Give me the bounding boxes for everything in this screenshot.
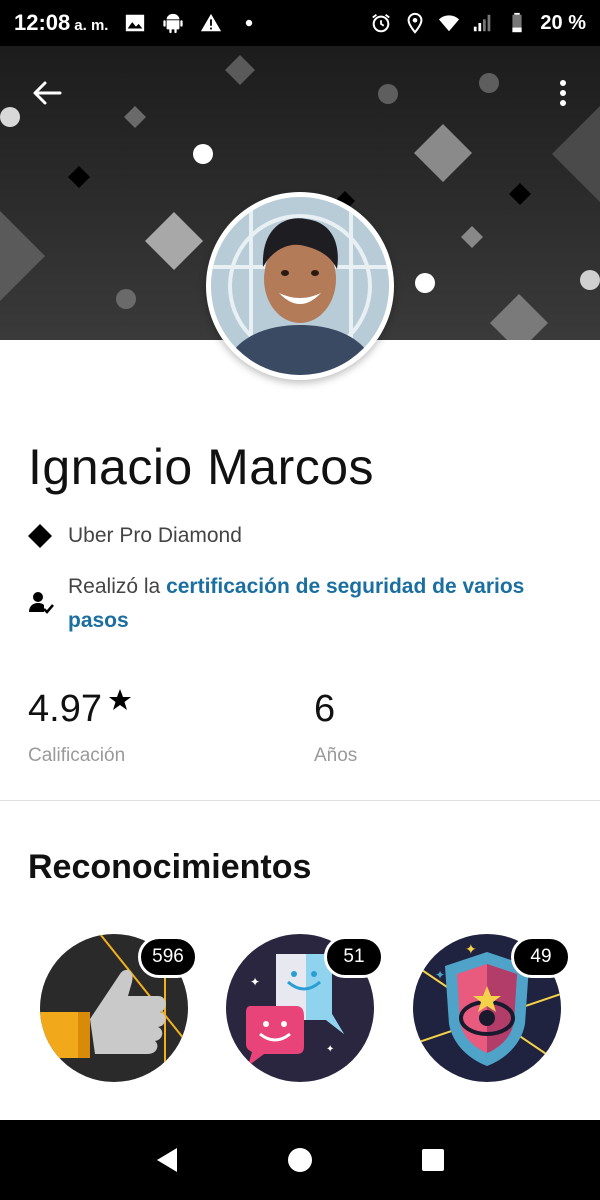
- years-label: Años: [314, 745, 358, 766]
- star-icon: [108, 689, 131, 710]
- android-icon: [163, 13, 184, 34]
- location-icon: [407, 12, 423, 34]
- wifi-icon: [439, 15, 460, 32]
- back-nav-button[interactable]: [147, 1140, 187, 1180]
- svg-text:✦: ✦: [435, 968, 445, 982]
- certification-text: Realizó la certificación de seguridad de…: [68, 570, 588, 638]
- arrow-left-icon[interactable]: [30, 76, 64, 110]
- dot-icon: [246, 19, 253, 27]
- battery-icon: [512, 12, 522, 33]
- badge-count: 596: [138, 936, 198, 978]
- certification-prefix: Realizó la: [68, 575, 167, 598]
- square-recents-icon: [422, 1149, 445, 1171]
- svg-text:✦: ✦: [326, 1044, 334, 1055]
- conversation-badge[interactable]: ✦ ✦ 51: [226, 934, 384, 1082]
- warning-icon: [201, 13, 222, 32]
- rating-label: Calificación: [28, 745, 126, 766]
- years-value: 6: [314, 688, 336, 730]
- divider: [0, 800, 600, 801]
- thumbs-up-badge[interactable]: 596: [40, 934, 198, 1082]
- profile-name: Ignacio Marcos: [28, 439, 375, 495]
- circle-home-icon: [287, 1148, 312, 1172]
- tier-label: Uber Pro Diamond: [68, 524, 242, 547]
- triangle-back-icon: [156, 1148, 177, 1172]
- home-nav-button[interactable]: [280, 1140, 320, 1180]
- battery-percent: 20 %: [540, 11, 586, 34]
- alarm-icon: [372, 14, 391, 33]
- diamond-icon: [28, 524, 52, 548]
- tier-row: Uber Pro Diamond: [28, 524, 242, 548]
- status-time: 12:08 a. m.: [14, 10, 109, 35]
- signal-icon: [474, 14, 491, 32]
- rating-stat: 4.97 Calificación: [28, 688, 132, 767]
- svg-text:✦: ✦: [250, 975, 260, 989]
- years-stat: 6 Años: [314, 688, 357, 767]
- recents-nav-button[interactable]: [413, 1140, 453, 1180]
- badge-count: 49: [511, 936, 571, 978]
- avatar-photo: [211, 197, 389, 375]
- status-bar: 12:08 a. m. 20 %: [0, 0, 600, 46]
- avatar: [206, 192, 394, 380]
- recognitions-title: Reconocimientos: [28, 848, 312, 886]
- badge-count: 51: [324, 936, 384, 978]
- more-vertical-icon[interactable]: [548, 76, 578, 110]
- verified-user-icon: [29, 592, 54, 614]
- svg-text:✦: ✦: [465, 942, 477, 958]
- image-icon: [126, 14, 145, 32]
- shield-badge[interactable]: ✦ ✦ 49: [413, 934, 571, 1082]
- rating-value: 4.97: [28, 688, 102, 730]
- system-nav-bar: [0, 1120, 600, 1200]
- certification-row: Realizó la certificación de seguridad de…: [28, 570, 588, 638]
